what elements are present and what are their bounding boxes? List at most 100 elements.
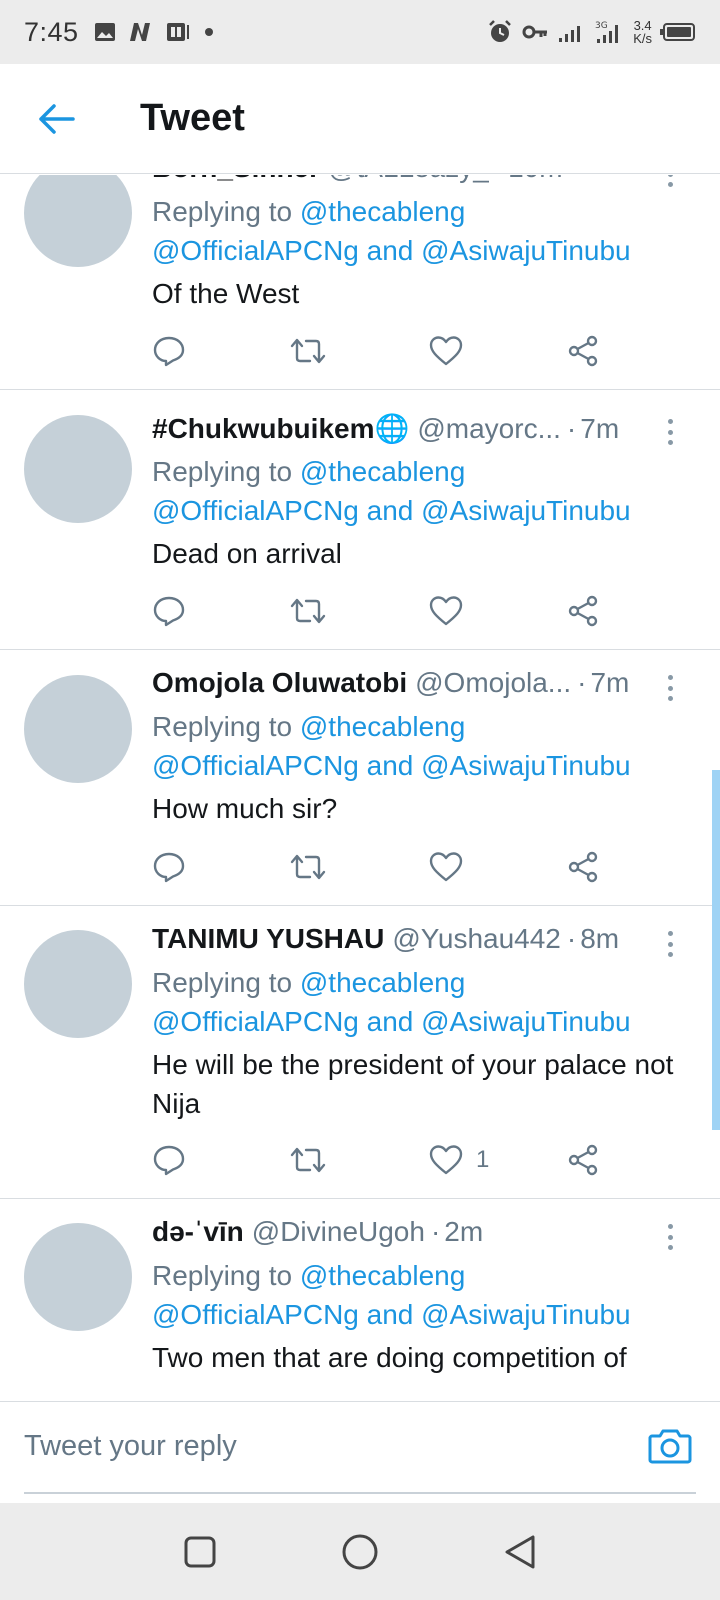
tweet-item[interactable]: Omojola Oluwatobi @Omojola... · 7m Reply… xyxy=(0,651,720,906)
reply-button[interactable] xyxy=(152,331,186,371)
retweet-button[interactable] xyxy=(288,847,328,887)
alarm-icon xyxy=(489,20,512,42)
avatar[interactable] xyxy=(24,415,132,523)
author-name[interactable]: #Chukwubuikem🌐 xyxy=(152,412,409,445)
tweet-body: Omojola Oluwatobi @Omojola... · 7m Reply… xyxy=(152,667,690,828)
replies-feed[interactable]: Born_Sinner @tALLeazy_ · 10m Replying to… xyxy=(0,175,720,1401)
mention-link[interactable]: @thecableng xyxy=(300,711,465,742)
author-handle[interactable]: @tALLeazy_ xyxy=(328,175,489,184)
author-handle[interactable]: @DivineUgoh xyxy=(252,1216,425,1248)
status-notification-icons xyxy=(93,20,217,44)
share-button[interactable] xyxy=(566,1140,600,1180)
tweet-time: 8m xyxy=(580,923,620,954)
retweet-icon xyxy=(290,854,326,880)
comment-icon xyxy=(153,1145,185,1176)
tweet-actions xyxy=(152,331,632,371)
replying-to: Replying to @thecableng xyxy=(152,707,690,746)
like-count: 1 xyxy=(476,1146,490,1173)
reply-button[interactable] xyxy=(152,1140,186,1180)
replying-to-mentions[interactable]: @OfficialAPCNg and @AsiwajuTinubu xyxy=(152,1295,690,1334)
author-handle[interactable]: @Yushau442 xyxy=(392,923,561,955)
news-app-icon xyxy=(129,23,150,41)
share-button[interactable] xyxy=(566,331,600,371)
status-system-icons: 3G 3.4 K/s xyxy=(487,19,696,45)
home-button[interactable] xyxy=(330,1522,390,1582)
avatar[interactable] xyxy=(24,930,132,1038)
signal-strength-icon xyxy=(559,26,581,42)
camera-icon xyxy=(648,1429,692,1464)
triangle-back-icon xyxy=(505,1535,535,1568)
share-icon xyxy=(568,851,598,883)
share-button[interactable] xyxy=(566,847,600,887)
tweet-actions: 1 xyxy=(152,1140,632,1180)
status-time: 7:45 xyxy=(24,16,79,47)
tweet-header: də-ˈvīn @DivineUgoh · 2m xyxy=(152,1216,690,1256)
tweet-header: #Chukwubuikem🌐 @mayorc... · 7m xyxy=(152,412,690,452)
tweet-header: Omojola Oluwatobi @Omojola... · 7m xyxy=(152,667,690,707)
mention-link[interactable]: @thecableng xyxy=(300,1260,465,1291)
mention-link[interactable]: @thecableng xyxy=(300,456,465,487)
tweet-text: Two men that are doing competition of xyxy=(152,1342,627,1373)
mention-link[interactable]: @thecableng xyxy=(300,196,465,227)
back-button[interactable] xyxy=(26,89,86,149)
author-name[interactable]: Born_Sinner xyxy=(152,175,320,184)
tweet-time: 2m xyxy=(444,1216,484,1247)
tweet-actions xyxy=(152,847,632,887)
retweet-button[interactable] xyxy=(288,331,328,371)
retweet-button[interactable] xyxy=(288,591,328,631)
replying-to-mentions[interactable]: @OfficialAPCNg and @AsiwajuTinubu xyxy=(152,746,690,785)
battery-icon xyxy=(660,23,695,41)
like-button[interactable] xyxy=(428,847,476,887)
author-name[interactable]: TANIMU YUSHAU xyxy=(152,923,384,955)
tweet-time: 10m xyxy=(508,175,562,184)
more-notifications-dot-icon xyxy=(204,28,213,36)
author-name[interactable]: də-ˈvīn xyxy=(152,1216,244,1248)
network-speed: 3.4 K/s xyxy=(633,19,652,45)
tweet-item[interactable]: də-ˈvīn @DivineUgoh · 2m Replying to @th… xyxy=(0,1200,720,1401)
mention-link[interactable]: @thecableng xyxy=(300,967,465,998)
separator-dot: · xyxy=(566,923,577,954)
reply-composer xyxy=(0,1401,720,1497)
like-button[interactable] xyxy=(428,331,476,371)
tweet-body: #Chukwubuikem🌐 @mayorc... · 7m Replying … xyxy=(152,412,690,573)
heart-icon xyxy=(429,1145,463,1175)
retweet-button[interactable] xyxy=(288,1140,328,1180)
separator-dot: · xyxy=(566,413,577,444)
avatar[interactable] xyxy=(24,1223,132,1331)
tweet-item[interactable]: TANIMU YUSHAU @Yushau442 · 8m Replying t… xyxy=(0,907,720,1199)
avatar[interactable] xyxy=(24,175,132,267)
avatar[interactable] xyxy=(24,675,132,783)
separator-dot: · xyxy=(495,175,504,184)
reply-button[interactable] xyxy=(152,591,186,631)
app-header: Tweet xyxy=(0,64,720,174)
like-button[interactable] xyxy=(428,591,476,631)
scrollbar[interactable] xyxy=(712,770,720,1130)
recents-button[interactable] xyxy=(170,1522,230,1582)
replying-to-prefix: Replying to xyxy=(152,456,293,487)
reply-button[interactable] xyxy=(152,847,186,887)
tweet-item[interactable]: Born_Sinner @tALLeazy_ · 10m Replying to… xyxy=(0,175,720,390)
author-handle[interactable]: @Omojola... xyxy=(415,667,571,699)
author-handle[interactable]: @mayorc... xyxy=(417,413,561,445)
share-icon xyxy=(568,335,598,367)
pdf-app-icon xyxy=(166,23,189,41)
replying-to-mentions[interactable]: @OfficialAPCNg and @AsiwajuTinubu xyxy=(152,231,690,270)
replying-to: Replying to @thecableng xyxy=(152,452,690,491)
replying-to: Replying to @thecableng xyxy=(152,963,690,1002)
page-title: Tweet xyxy=(140,97,245,139)
tweet-text: Of the West xyxy=(152,278,300,309)
like-button[interactable]: 1 xyxy=(428,1140,489,1180)
camera-button[interactable] xyxy=(646,1422,694,1470)
tweet-item[interactable]: #Chukwubuikem🌐 @mayorc... · 7m Replying … xyxy=(0,391,720,650)
reply-input[interactable] xyxy=(24,1418,604,1474)
author-name[interactable]: Omojola Oluwatobi xyxy=(152,667,407,699)
tweet-text: Dead on arrival xyxy=(152,538,342,569)
tweet-actions xyxy=(152,591,632,631)
separator-dot: · xyxy=(430,1216,441,1247)
replying-to-mentions[interactable]: @OfficialAPCNg and @AsiwajuTinubu xyxy=(152,491,690,530)
circle-icon xyxy=(342,1534,378,1569)
share-button[interactable] xyxy=(566,591,600,631)
separator-dot: · xyxy=(577,667,587,698)
replying-to-mentions[interactable]: @OfficialAPCNg and @AsiwajuTinubu xyxy=(152,1002,690,1041)
back-nav-button[interactable] xyxy=(490,1522,550,1582)
